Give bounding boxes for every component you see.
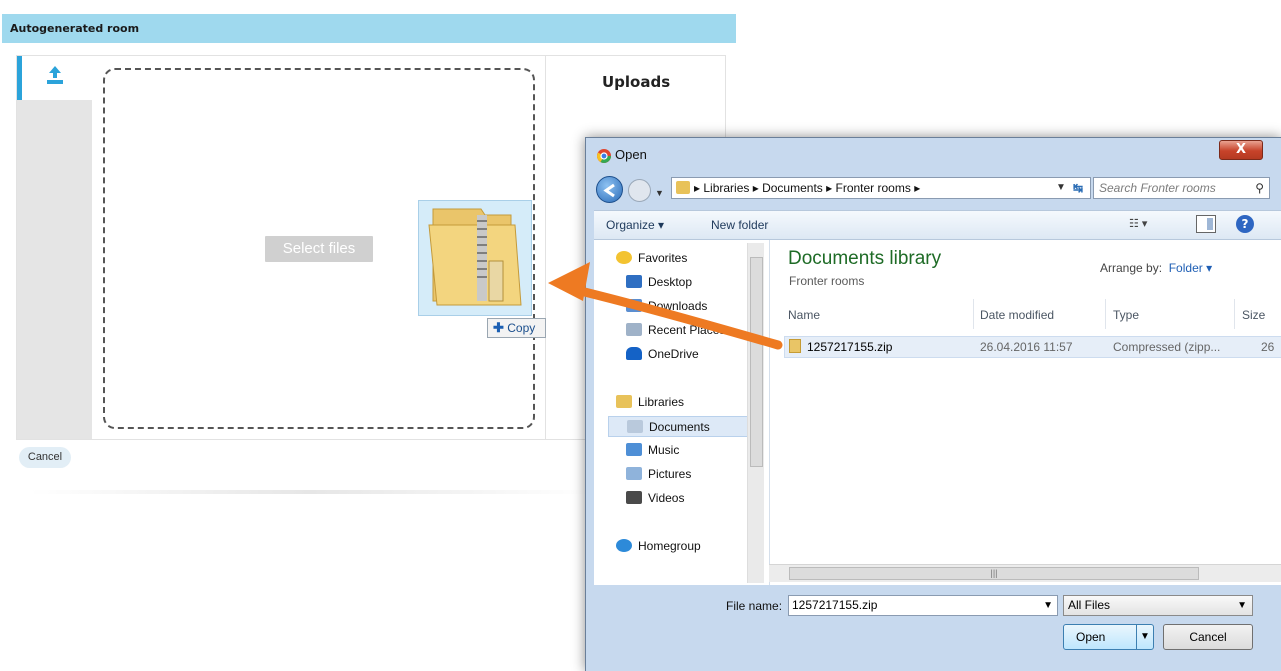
column-separator — [1105, 299, 1106, 329]
new-folder-button[interactable]: New folder — [711, 218, 768, 232]
desktop-icon — [626, 275, 642, 288]
file-name-input[interactable]: 1257217155.zip ▼ — [788, 595, 1058, 616]
views-icon[interactable]: ☷ ▾ — [1129, 217, 1147, 230]
videos-icon — [626, 491, 642, 504]
room-header: Autogenerated room — [2, 14, 736, 43]
file-row[interactable]: 1257217155.zip 26.04.2016 11:57 Compress… — [784, 336, 1281, 358]
column-separator — [973, 299, 974, 329]
column-separator — [1234, 299, 1235, 329]
dialog-toolbar: Organize ▾ New folder ☷ ▾ ? — [594, 210, 1281, 240]
arrange-value[interactable]: Folder ▾ — [1169, 261, 1212, 275]
side-strip — [17, 56, 92, 439]
file-name-cell: 1257217155.zip — [789, 337, 892, 357]
help-icon[interactable]: ? — [1236, 215, 1254, 233]
folder-icon — [676, 181, 690, 194]
open-button[interactable]: Open ▼ — [1063, 624, 1154, 650]
address-bar[interactable]: ▸ Libraries ▸ Documents ▸ Fronter rooms … — [671, 177, 1091, 199]
organize-menu[interactable]: Organize ▾ — [606, 218, 664, 232]
dialog-close-button[interactable]: X — [1219, 140, 1263, 160]
panel-divider — [545, 56, 546, 439]
address-dropdown-icon[interactable]: ▼ — [1056, 177, 1074, 199]
navigation-pane: Favorites Desktop Downloads Recent Place… — [594, 240, 769, 585]
file-size-cell: 26 — [1261, 340, 1275, 354]
homegroup-icon — [616, 539, 632, 552]
horizontal-scroll-thumb[interactable]: ||| — [789, 567, 1199, 580]
nav-scrollbar[interactable] — [747, 243, 764, 583]
dialog-cancel-button[interactable]: Cancel — [1163, 624, 1253, 650]
recent-places-icon — [626, 323, 642, 336]
drag-copy-badge: ✚ Copy — [487, 318, 546, 338]
library-subtitle: Fronter rooms — [789, 274, 865, 288]
panel-shadow — [30, 490, 590, 494]
dragged-zip-file — [418, 200, 532, 316]
music-icon — [626, 443, 642, 456]
breadcrumb-documents[interactable]: Documents — [762, 181, 823, 195]
downloads-icon — [626, 299, 642, 312]
file-type-dropdown-icon: ▼ — [1237, 600, 1247, 611]
upload-icon — [47, 66, 63, 84]
nav-documents[interactable]: Documents — [608, 416, 758, 437]
nav-scroll-thumb[interactable] — [750, 257, 763, 467]
zip-file-icon — [789, 339, 801, 353]
star-icon — [616, 251, 632, 264]
back-arrow-icon — [603, 183, 615, 198]
file-name-dropdown-icon[interactable]: ▼ — [1043, 596, 1053, 615]
file-name-label: File name: — [726, 599, 783, 613]
file-list-pane: Documents library Fronter rooms Arrange … — [769, 240, 1281, 585]
breadcrumb-fronter-rooms[interactable]: Fronter rooms — [836, 181, 911, 195]
breadcrumb-libraries[interactable]: Libraries — [703, 181, 749, 195]
forward-button[interactable] — [628, 179, 651, 202]
open-split-dropdown-icon[interactable]: ▼ — [1136, 625, 1153, 649]
search-input[interactable]: Search Fronter rooms ⚲ — [1093, 177, 1270, 199]
history-dropdown-icon[interactable]: ▼ — [655, 188, 664, 198]
plus-icon: ✚ — [493, 320, 504, 335]
preview-pane-icon[interactable] — [1196, 215, 1216, 233]
copy-label: Copy — [507, 321, 536, 335]
open-file-dialog: Open X ▼ ▸ Libraries ▸ Documents ▸ Front… — [585, 137, 1281, 671]
cancel-button[interactable]: Cancel — [19, 447, 71, 468]
file-date-cell: 26.04.2016 11:57 — [980, 340, 1073, 354]
file-type-cell: Compressed (zipp... — [1113, 340, 1221, 354]
active-tab-indicator — [17, 56, 22, 100]
library-title: Documents library — [788, 248, 942, 269]
libraries-icon — [616, 395, 632, 408]
refresh-icon[interactable]: ↹ — [1073, 177, 1091, 199]
select-files-button[interactable]: Select files — [265, 236, 373, 262]
search-placeholder: Search Fronter rooms — [1099, 181, 1216, 195]
cloud-icon — [626, 347, 642, 360]
upload-tab[interactable] — [17, 56, 92, 100]
column-type[interactable]: Type — [1113, 308, 1139, 322]
uploads-title: Uploads — [602, 73, 671, 91]
back-button[interactable] — [596, 176, 623, 203]
column-date-modified[interactable]: Date modified — [980, 308, 1054, 322]
search-icon: ⚲ — [1255, 181, 1264, 195]
horizontal-scrollbar[interactable]: ||| — [769, 564, 1281, 582]
pictures-icon — [626, 467, 642, 480]
zip-folder-icon — [428, 208, 522, 306]
arrange-by[interactable]: Arrange by: Folder ▾ — [1100, 261, 1212, 275]
file-type-select[interactable]: All Files ▼ — [1063, 595, 1253, 616]
nav-favorites[interactable]: Favorites — [616, 248, 766, 269]
column-name[interactable]: Name — [788, 308, 820, 322]
documents-icon — [627, 420, 643, 433]
nav-libraries[interactable]: Libraries — [616, 392, 766, 413]
column-size[interactable]: Size — [1242, 308, 1265, 322]
dialog-title: Open — [615, 147, 647, 162]
nav-homegroup[interactable]: Homegroup — [616, 536, 766, 557]
